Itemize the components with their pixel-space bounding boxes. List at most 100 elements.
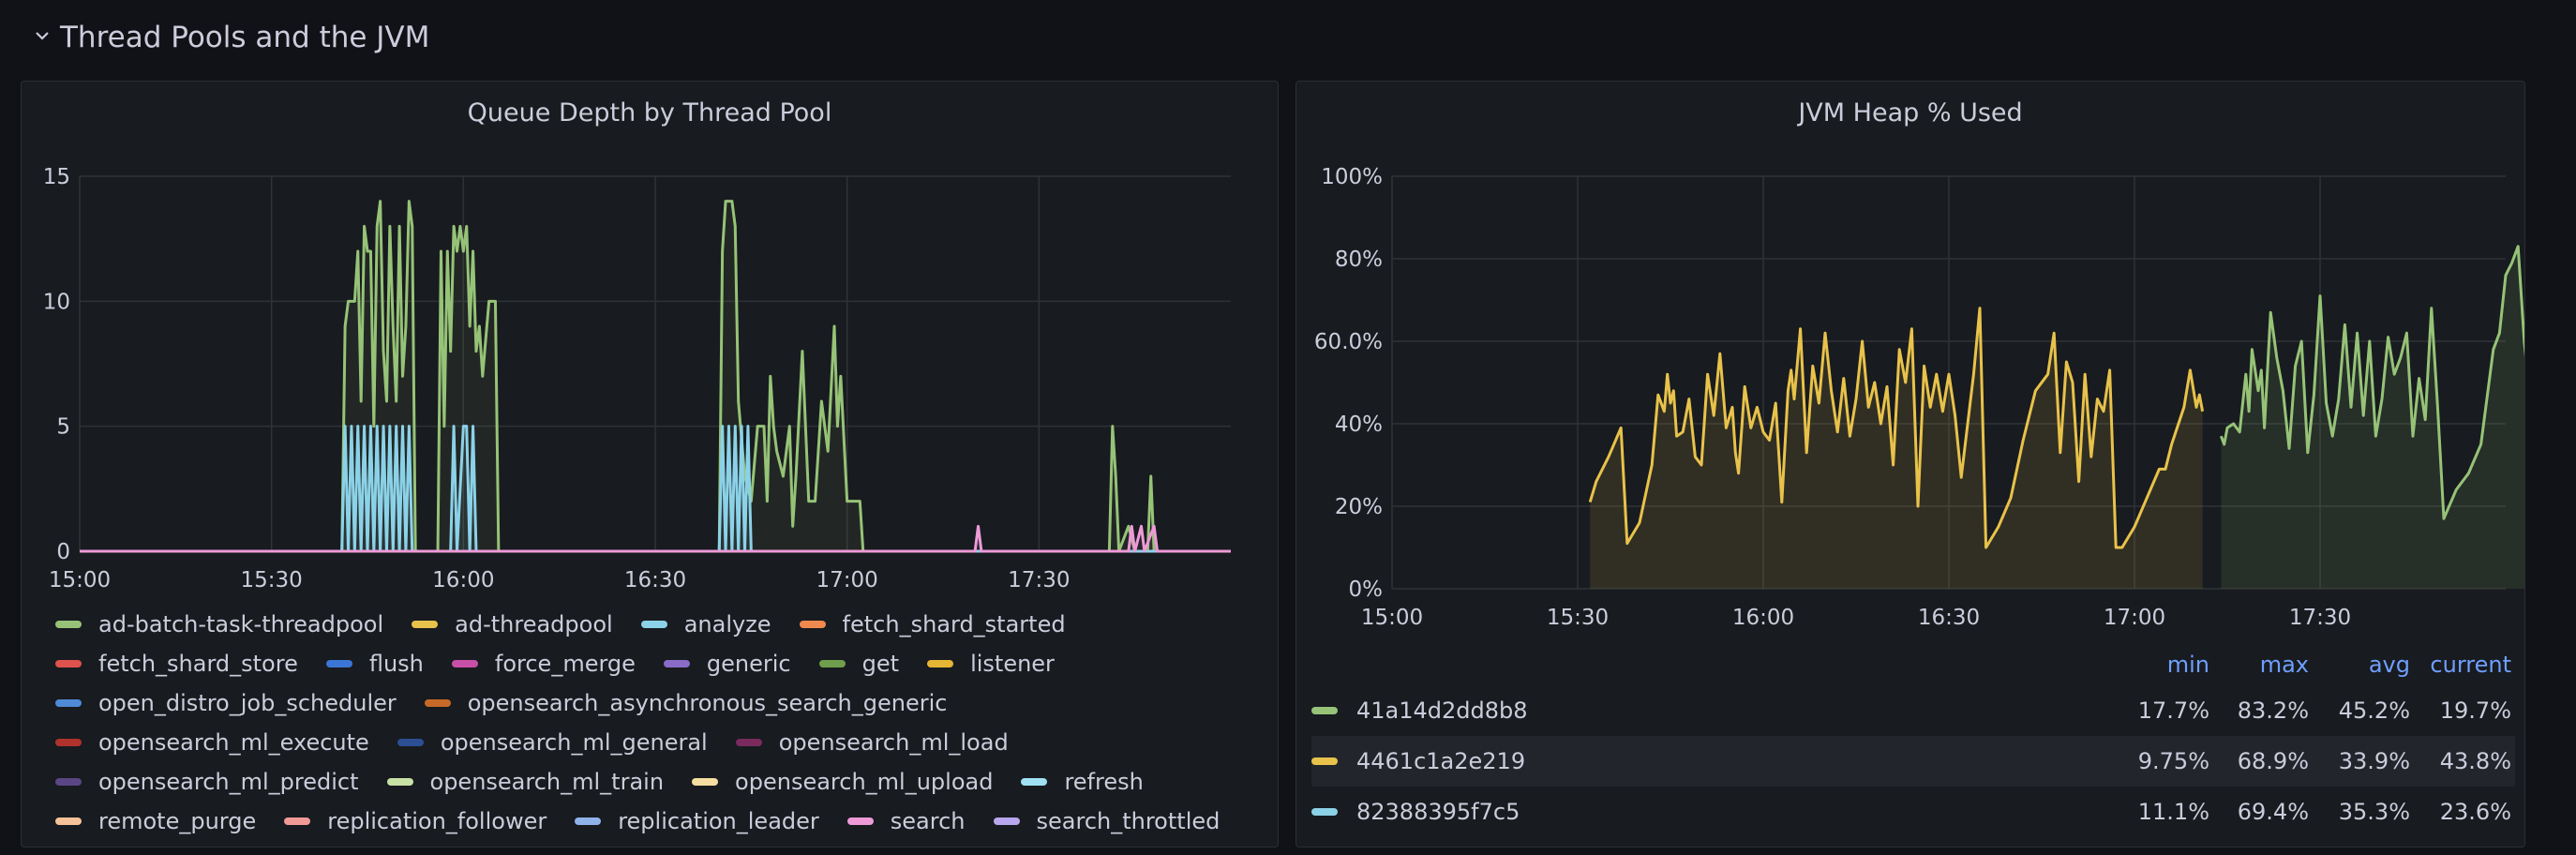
legend-swatch xyxy=(1021,778,1048,786)
x-tick-label: 16:00 xyxy=(432,568,494,592)
y-tick-label: 60.0% xyxy=(1314,330,1383,354)
stat-min: 11.1% xyxy=(2137,799,2209,825)
legend-item[interactable]: get xyxy=(818,644,899,683)
legend-item[interactable]: ad-batch-task-threadpool xyxy=(55,605,383,644)
legend-item[interactable]: open_distro_job_scheduler xyxy=(55,683,397,723)
legend-label: open_distro_job_scheduler xyxy=(98,690,397,716)
column-max[interactable]: max xyxy=(2209,652,2309,678)
legend-swatch xyxy=(818,660,846,668)
legend-item[interactable]: search xyxy=(846,802,966,841)
row-title: Thread Pools and the JVM xyxy=(60,21,430,54)
legend-swatch xyxy=(55,660,82,668)
legend-item[interactable]: opensearch_ml_load xyxy=(735,723,1009,762)
column-current[interactable]: current xyxy=(2410,652,2515,678)
legend-label: opensearch_asynchronous_search_generic xyxy=(467,690,948,716)
legend-swatch xyxy=(55,778,82,786)
x-tick-label: 17:30 xyxy=(2289,606,2351,630)
legend-table-header: min max avg current xyxy=(1311,644,2515,685)
legend-label: search xyxy=(890,808,966,834)
legend-label: opensearch_ml_load xyxy=(778,729,1009,756)
legend-item[interactable]: force_merge xyxy=(451,644,636,683)
x-tick-label: 16:00 xyxy=(1732,606,1794,630)
legend-swatch xyxy=(55,818,82,825)
series-name-cell: 41a14d2dd8b8 xyxy=(1311,698,2116,724)
queue-depth-chart[interactable]: 0 5 10 15 15:00 15:30 16:00 16:30 17:00 17:30 xyxy=(22,82,1279,607)
legend: ad-batch-task-threadpool ad-threadpool ana… xyxy=(55,605,1274,841)
legend-swatch xyxy=(993,818,1020,825)
y-tick-label: 5 xyxy=(56,415,70,440)
legend-table-row[interactable]: 82388395f7c5 11.1% 69.4% 35.3% 23.6% xyxy=(1311,787,2515,837)
y-tick-label: 100% xyxy=(1321,165,1383,189)
jvm-heap-panel[interactable]: JVM Heap % Used 0% 20% 40% 60.0% 80% 100% 15:0… xyxy=(1295,81,2525,848)
series-name: 82388395f7c5 xyxy=(1356,799,1520,825)
legend-item[interactable]: remote_purge xyxy=(55,802,256,841)
jvm-heap-chart[interactable]: 0% 20% 40% 60.0% 80% 100% 15:00 15:30 16:00 16:30… xyxy=(1296,82,2525,644)
y-tick-label: 40% xyxy=(1335,412,1383,437)
legend-swatch xyxy=(663,660,690,668)
stat-current: 43.8% xyxy=(2439,748,2511,774)
legend-item[interactable]: opensearch_ml_upload xyxy=(692,762,993,802)
series-name: 4461c1a2e219 xyxy=(1356,748,1526,774)
y-tick-label: 20% xyxy=(1335,495,1383,519)
legend-swatch xyxy=(692,778,719,786)
legend-label: analyze xyxy=(683,611,771,638)
legend-item[interactable]: replication_follower xyxy=(284,802,547,841)
stat-current: 23.6% xyxy=(2439,799,2511,825)
legend-table-row[interactable]: 4461c1a2e219 9.75% 68.9% 33.9% 43.8% xyxy=(1311,736,2515,787)
y-tick-label: 0% xyxy=(1349,578,1384,602)
legend-item[interactable]: generic xyxy=(663,644,791,683)
legend-swatch xyxy=(284,818,311,825)
legend-label: opensearch_ml_train xyxy=(429,769,665,795)
x-tick-label: 17:00 xyxy=(2104,606,2165,630)
legend-item[interactable]: opensearch_ml_train xyxy=(386,762,665,802)
legend-label: opensearch_ml_upload xyxy=(735,769,994,795)
x-tick-label: 16:30 xyxy=(624,568,686,592)
legend-label: ad-threadpool xyxy=(455,611,613,638)
legend-label: flush xyxy=(368,651,424,677)
chevron-down-icon[interactable] xyxy=(34,26,51,50)
legend-item[interactable]: analyze xyxy=(640,605,771,644)
row-header[interactable]: Thread Pools and the JVM xyxy=(34,11,429,64)
legend-label: ad-batch-task-threadpool xyxy=(98,611,384,638)
legend-swatch xyxy=(397,739,424,746)
stat-avg: 45.2% xyxy=(2338,698,2410,724)
legend-label: fetch_shard_started xyxy=(842,611,1066,638)
legend-label: replication_follower xyxy=(327,808,547,834)
queue-depth-panel[interactable]: Queue Depth by Thread Pool 0 5 10 15 15:00 15… xyxy=(21,81,1279,848)
legend-label: opensearch_ml_general xyxy=(440,729,708,756)
x-tick-label: 15:30 xyxy=(1547,606,1609,630)
legend-label: listener xyxy=(970,651,1055,677)
y-tick-label: 15 xyxy=(43,165,70,189)
legend-item[interactable]: search_throttled xyxy=(993,802,1220,841)
legend-item[interactable]: fetch_shard_store xyxy=(55,644,298,683)
legend-table-row[interactable]: 41a14d2dd8b8 17.7% 83.2% 45.2% 19.7% xyxy=(1311,685,2515,736)
stat-max: 69.4% xyxy=(2237,799,2309,825)
legend-item[interactable]: refresh xyxy=(1021,762,1144,802)
legend-item[interactable]: opensearch_ml_general xyxy=(397,723,708,762)
x-tick-label: 17:00 xyxy=(816,568,878,592)
y-tick-label: 80% xyxy=(1335,248,1383,272)
legend-item[interactable]: opensearch_ml_predict xyxy=(55,762,359,802)
legend-item[interactable]: ad-threadpool xyxy=(412,605,613,644)
column-min[interactable]: min xyxy=(2116,652,2209,678)
legend-item[interactable]: opensearch_ml_execute xyxy=(55,723,369,762)
legend-item[interactable]: flush xyxy=(325,644,424,683)
legend-swatch xyxy=(1311,758,1338,765)
x-tick-label: 17:30 xyxy=(1008,568,1070,592)
legend-item[interactable]: listener xyxy=(927,644,1055,683)
legend-swatch xyxy=(799,621,826,628)
legend-label: remote_purge xyxy=(98,808,257,834)
legend-swatch xyxy=(55,739,82,746)
column-avg[interactable]: avg xyxy=(2309,652,2410,678)
legend-table: min max avg current 41a14d2dd8b8 17.7% 83.… xyxy=(1311,644,2515,837)
series-name-cell: 82388395f7c5 xyxy=(1311,799,2116,825)
legend-item[interactable]: replication_leader xyxy=(575,802,819,841)
legend-swatch xyxy=(412,621,439,628)
legend-swatch xyxy=(927,660,954,668)
legend-item[interactable]: opensearch_asynchronous_search_generic xyxy=(424,683,948,723)
x-tick-label: 15:30 xyxy=(241,568,303,592)
legend-label: generic xyxy=(706,651,791,677)
legend-label: force_merge xyxy=(494,651,636,677)
legend-item[interactable]: fetch_shard_started xyxy=(799,605,1066,644)
series-area xyxy=(1590,308,2203,589)
